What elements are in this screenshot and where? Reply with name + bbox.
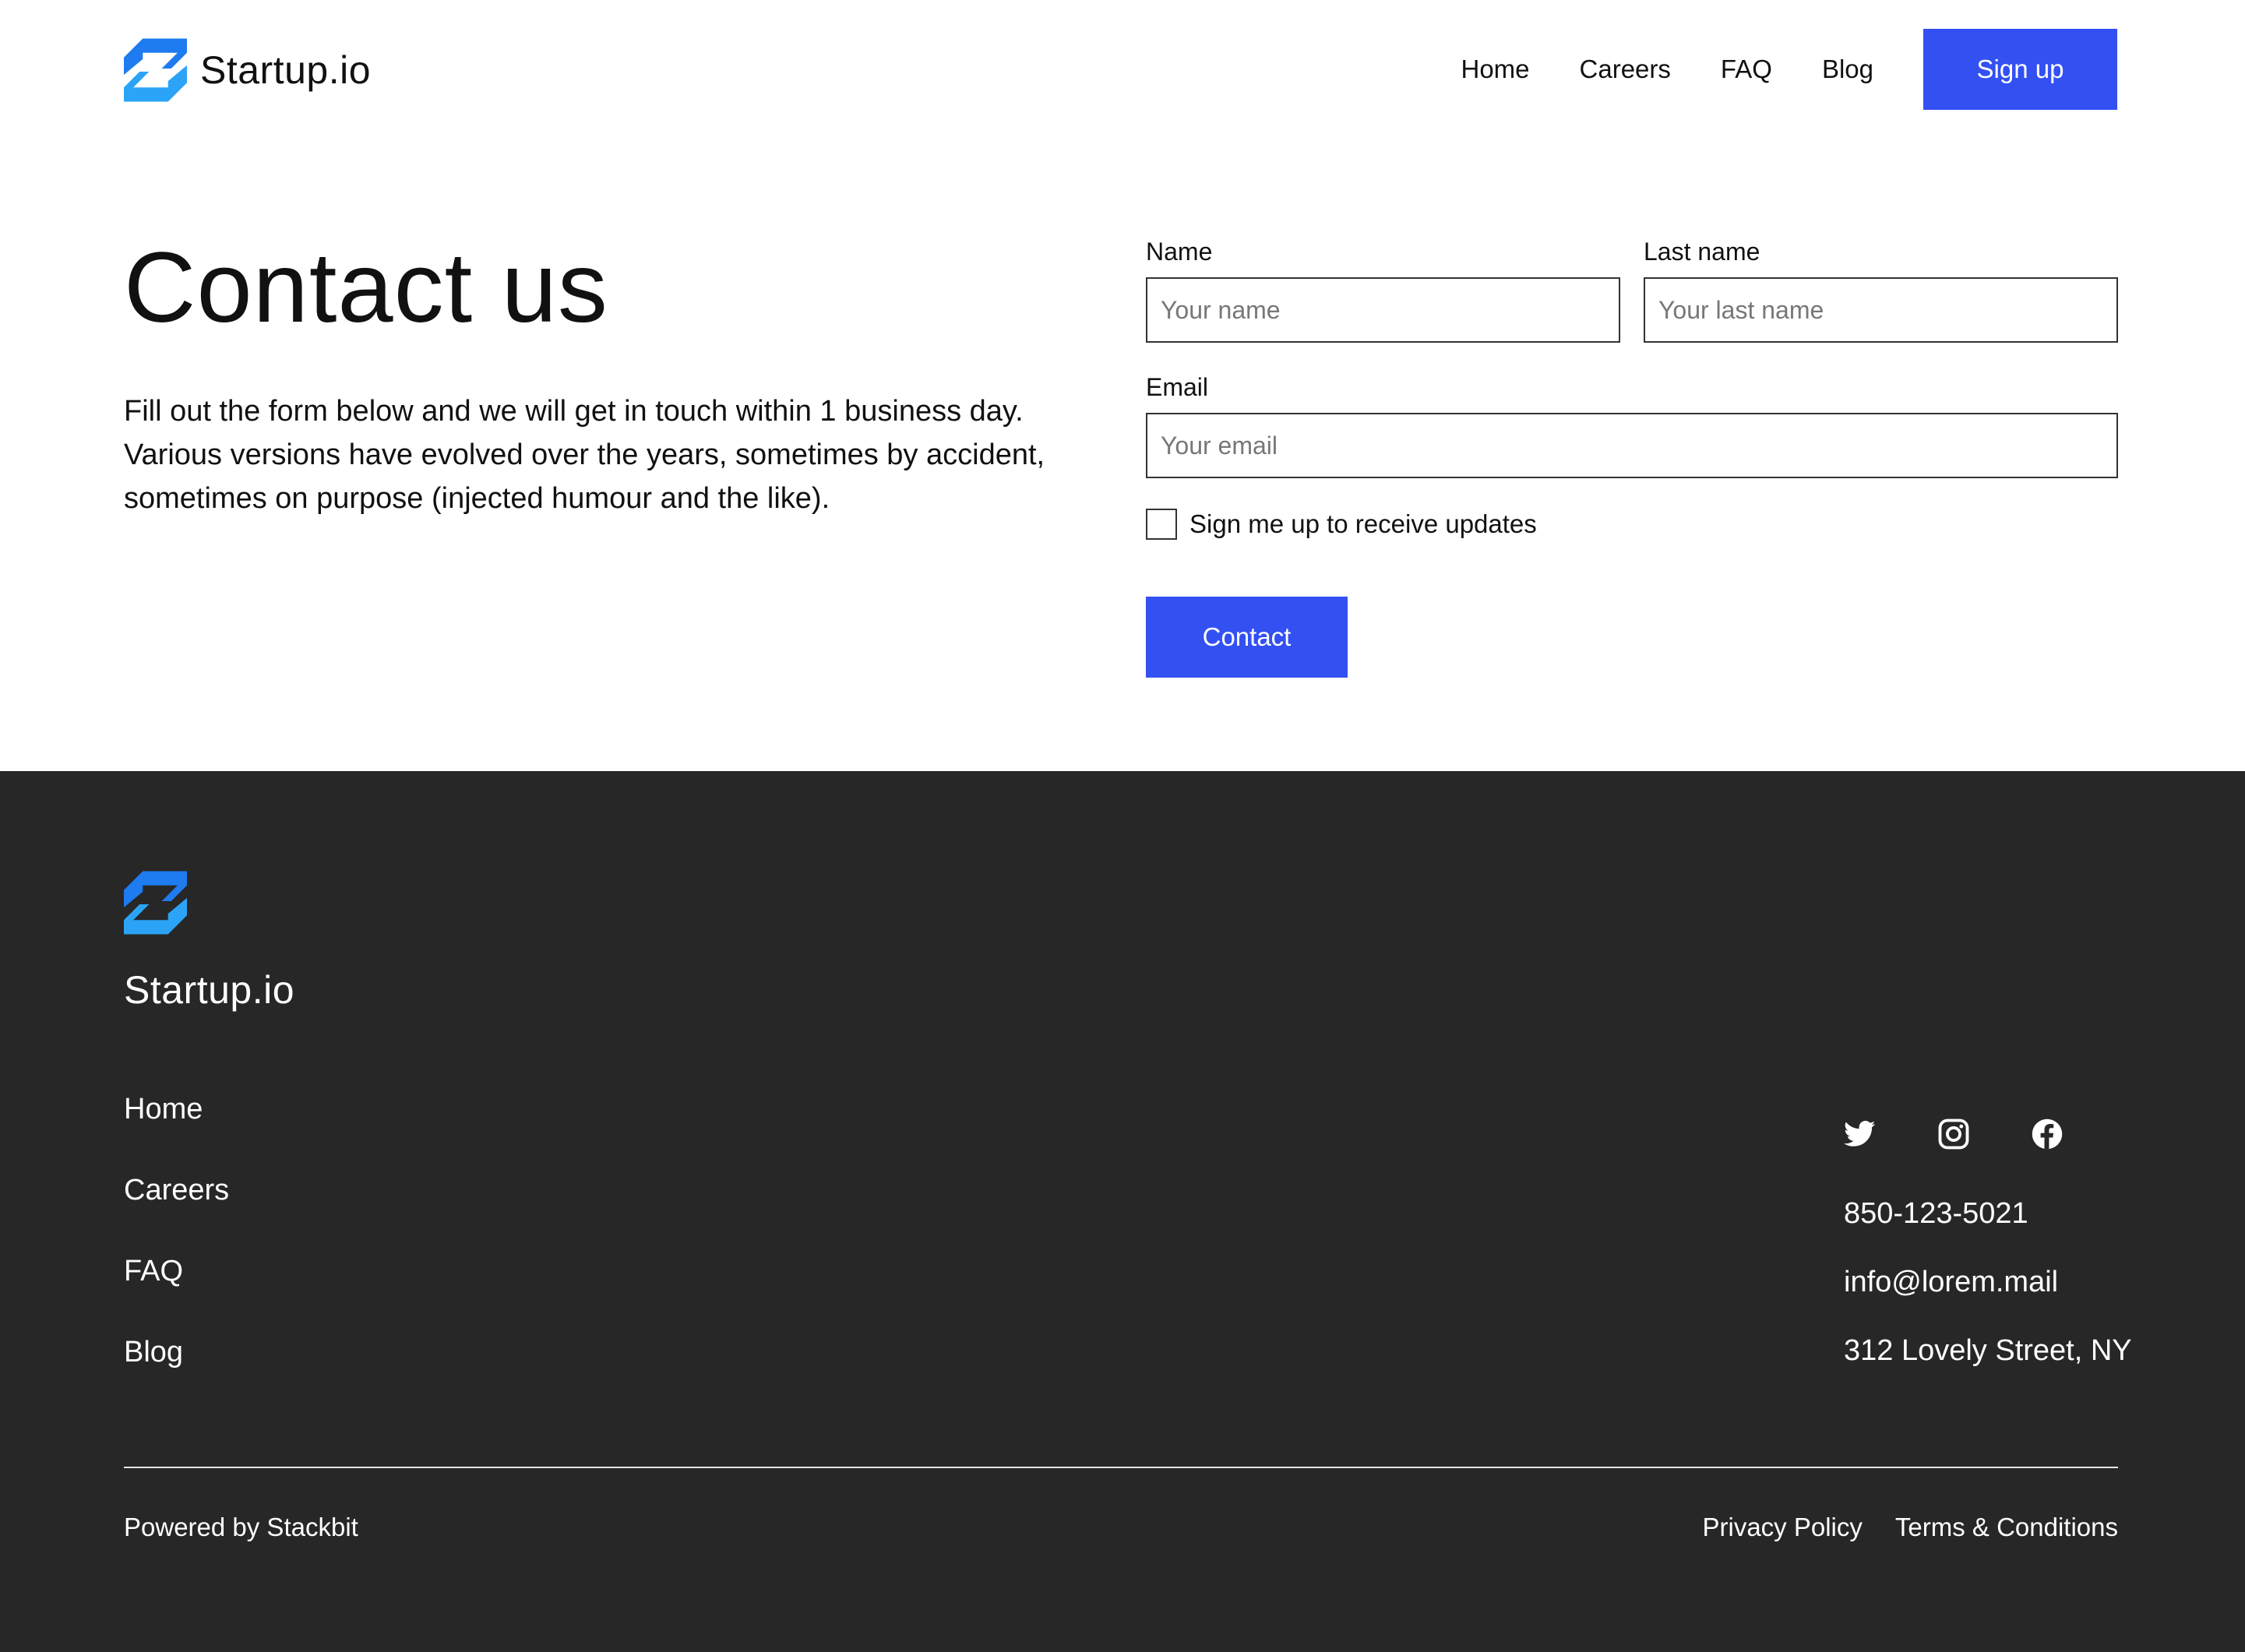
footer-email[interactable]: info@lorem.mail (1844, 1262, 2132, 1302)
name-input[interactable] (1146, 277, 1620, 343)
brand-name: Startup.io (200, 48, 372, 92)
terms-conditions-link[interactable]: Terms & Conditions (1895, 1513, 2118, 1542)
footer-phone[interactable]: 850-123-5021 (1844, 1193, 2132, 1234)
legal-links: Privacy Policy Terms & Conditions (1670, 1513, 2119, 1542)
footer-brand-name: Startup.io (124, 968, 295, 1012)
name-field-group: Name (1146, 234, 1620, 343)
nav-blog[interactable]: Blog (1822, 55, 1873, 84)
instagram-icon[interactable] (1937, 1118, 1970, 1150)
signup-button[interactable]: Sign up (1923, 29, 2117, 110)
footer-nav-faq[interactable]: FAQ (124, 1251, 229, 1291)
footer-logo[interactable] (124, 871, 187, 935)
startup-logo-icon (124, 38, 187, 102)
powered-by[interactable]: Powered by Stackbit (124, 1513, 358, 1542)
footer-divider (124, 1467, 2118, 1468)
email-input[interactable] (1146, 413, 2118, 478)
footer-address: 312 Lovely Street, NY (1844, 1334, 2132, 1367)
name-row: Name Last name (1146, 234, 2118, 343)
header-nav: Home Careers FAQ Blog Sign up (1461, 29, 2117, 110)
facebook-icon[interactable] (2031, 1118, 2063, 1150)
nav-careers[interactable]: Careers (1580, 55, 1671, 84)
page-title: Contact us (124, 232, 608, 343)
footer-nav-blog[interactable]: Blog (124, 1332, 229, 1372)
nav-home[interactable]: Home (1461, 55, 1530, 84)
contact-button[interactable]: Contact (1146, 597, 1348, 678)
privacy-policy-link[interactable]: Privacy Policy (1703, 1513, 1863, 1542)
footer-contact-info: 850-123-5021 info@lorem.mail 312 Lovely … (1844, 1193, 2132, 1399)
footer-nav-careers[interactable]: Careers (124, 1170, 229, 1210)
site-footer: Startup.io Home Careers FAQ Blog 850-123… (0, 771, 2245, 1652)
intro-description: Fill out the form below and we will get … (124, 395, 1045, 515)
email-label: Email (1146, 373, 1209, 401)
twitter-icon[interactable] (1844, 1118, 1877, 1150)
social-links (1844, 1118, 2063, 1150)
nav-faq[interactable]: FAQ (1721, 55, 1772, 84)
intro-section: Contact us Fill out the form below and w… (124, 234, 1098, 520)
footer-nav-home[interactable]: Home (124, 1089, 229, 1129)
contact-form: Name Last name Email Sign me up to recei… (1146, 234, 2118, 678)
startup-logo-icon (124, 871, 187, 935)
header-logo[interactable]: Startup.io (124, 37, 371, 103)
site-header: Startup.io Home Careers FAQ Blog Sign up (0, 0, 2245, 140)
last-name-input[interactable] (1644, 277, 2118, 343)
updates-checkbox-row[interactable]: Sign me up to receive updates (1146, 506, 2118, 542)
name-label: Name (1146, 238, 1213, 266)
last-name-field-group: Last name (1644, 234, 2118, 343)
updates-checkbox[interactable] (1146, 509, 1177, 540)
email-field-group: Email (1146, 369, 2118, 478)
updates-checkbox-label[interactable]: Sign me up to receive updates (1189, 509, 1537, 539)
last-name-label: Last name (1644, 238, 1760, 266)
footer-nav: Home Careers FAQ Blog (124, 1089, 229, 1413)
contact-page: Startup.io Home Careers FAQ Blog Sign up… (0, 0, 2245, 1652)
